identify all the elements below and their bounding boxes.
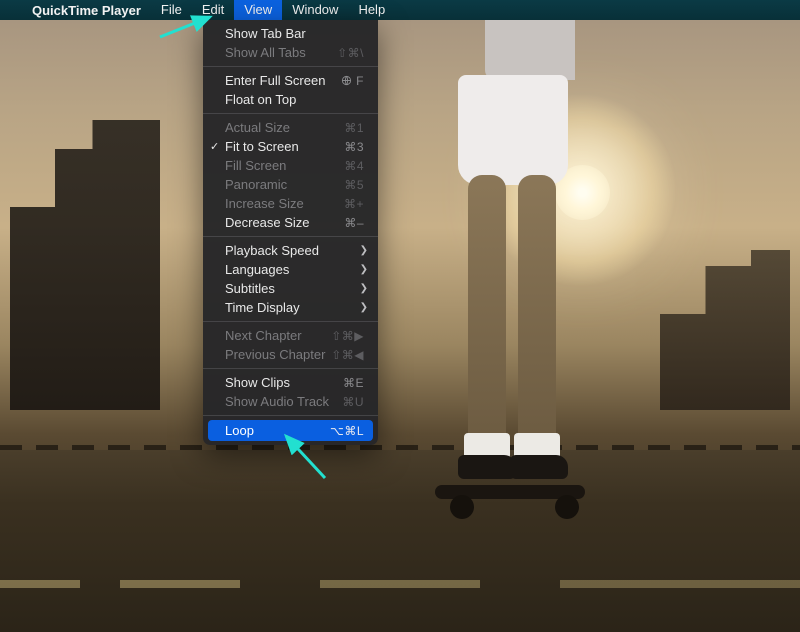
skateboard-wheel: [555, 495, 579, 519]
menuitem-shortcut: ⌘+: [344, 197, 364, 211]
menuitem-label: Decrease Size: [225, 215, 344, 230]
menuitem-shortcut: ⇧⌘▶: [331, 329, 364, 343]
menu-separator: [203, 321, 378, 322]
menu-separator: [203, 66, 378, 67]
menuitem-label: Show All Tabs: [225, 45, 337, 60]
menuitem-label: Fit to Screen: [225, 139, 344, 154]
annotation-arrow-loop: [280, 430, 340, 485]
menuitem-float-on-top[interactable]: Float on Top: [203, 90, 378, 109]
menuitem-label: Panoramic: [225, 177, 344, 192]
video-frame: [0, 20, 800, 612]
menuitem-show-all-tabs: Show All Tabs ⇧⌘\: [203, 43, 378, 62]
menuitem-show-tab-bar[interactable]: Show Tab Bar: [203, 24, 378, 43]
menuitem-shortcut: ⌘E: [343, 376, 364, 390]
chevron-right-icon: ❯: [360, 264, 368, 275]
menu-window[interactable]: Window: [282, 0, 348, 20]
menuitem-playback-speed[interactable]: Playback Speed ❯: [203, 241, 378, 260]
menuitem-shortcut: ⌘1: [344, 121, 364, 135]
annotation-arrow-view: [155, 15, 225, 45]
menuitem-shortcut: ⌘3: [344, 140, 364, 154]
menuitem-shortcut: ⌘–: [344, 216, 364, 230]
menu-separator: [203, 415, 378, 416]
menuitem-enter-full-screen[interactable]: Enter Full Screen F: [203, 71, 378, 90]
menuitem-label: Languages: [225, 262, 364, 277]
checkmark-icon: ✓: [210, 140, 219, 153]
menuitem-label: Enter Full Screen: [225, 73, 341, 88]
menuitem-shortcut: ⌘5: [344, 178, 364, 192]
skateboard-wheel: [450, 495, 474, 519]
road: [0, 450, 800, 632]
menuitem-shortcut: F: [341, 74, 364, 88]
person-skateboarder: [430, 15, 575, 495]
menuitem-label: Playback Speed: [225, 243, 364, 258]
menuitem-languages[interactable]: Languages ❯: [203, 260, 378, 279]
menuitem-subtitles[interactable]: Subtitles ❯: [203, 279, 378, 298]
menuitem-label: Show Tab Bar: [225, 26, 364, 41]
chevron-right-icon: ❯: [360, 245, 368, 256]
menuitem-time-display[interactable]: Time Display ❯: [203, 298, 378, 317]
buildings-right: [660, 250, 790, 410]
menuitem-label: Time Display: [225, 300, 364, 315]
buildings-left: [10, 120, 160, 410]
chevron-right-icon: ❯: [360, 283, 368, 294]
menuitem-label: Show Audio Track: [225, 394, 342, 409]
menubar: QuickTime Player File Edit View Window H…: [0, 0, 800, 20]
menuitem-increase-size: Increase Size ⌘+: [203, 194, 378, 213]
menu-view[interactable]: View: [234, 0, 282, 20]
menuitem-label: Next Chapter: [225, 328, 331, 343]
menuitem-label: Show Clips: [225, 375, 343, 390]
menuitem-label: Actual Size: [225, 120, 344, 135]
road-marking: [0, 580, 800, 588]
menuitem-label: Subtitles: [225, 281, 364, 296]
chevron-right-icon: ❯: [360, 302, 368, 313]
menuitem-shortcut: ⌘U: [342, 395, 364, 409]
menuitem-shortcut: ⇧⌘\: [337, 46, 364, 60]
menuitem-label: Float on Top: [225, 92, 364, 107]
menu-separator: [203, 368, 378, 369]
menu-help[interactable]: Help: [348, 0, 395, 20]
globe-icon: [341, 75, 352, 86]
menuitem-label: Previous Chapter: [225, 347, 331, 362]
menuitem-next-chapter: Next Chapter ⇧⌘▶: [203, 326, 378, 345]
menuitem-label: Fill Screen: [225, 158, 344, 173]
view-dropdown: Show Tab Bar Show All Tabs ⇧⌘\ Enter Ful…: [203, 20, 378, 445]
menuitem-panoramic: Panoramic ⌘5: [203, 175, 378, 194]
menuitem-shortcut: ⌘4: [344, 159, 364, 173]
menuitem-fill-screen: Fill Screen ⌘4: [203, 156, 378, 175]
menu-separator: [203, 236, 378, 237]
menuitem-show-clips[interactable]: Show Clips ⌘E: [203, 373, 378, 392]
menuitem-shortcut: ⇧⌘◀: [331, 348, 364, 362]
menu-separator: [203, 113, 378, 114]
menuitem-previous-chapter: Previous Chapter ⇧⌘◀: [203, 345, 378, 364]
menuitem-decrease-size[interactable]: Decrease Size ⌘–: [203, 213, 378, 232]
menuitem-label: Increase Size: [225, 196, 344, 211]
menuitem-actual-size: Actual Size ⌘1: [203, 118, 378, 137]
menuitem-show-audio-track: Show Audio Track ⌘U: [203, 392, 378, 411]
app-name[interactable]: QuickTime Player: [22, 3, 151, 18]
menuitem-fit-to-screen[interactable]: ✓ Fit to Screen ⌘3: [203, 137, 378, 156]
